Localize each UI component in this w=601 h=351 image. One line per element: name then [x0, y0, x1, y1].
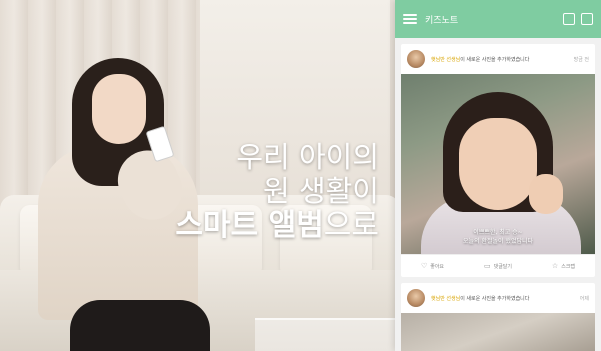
- post-action-text: 이 새로운 사진을 추가하였습니다: [460, 56, 530, 63]
- caption-line-2: 오늘의 환절놀이 했었답니다: [462, 238, 534, 245]
- post-header: 햇님반 선생님이 새로운 사진을 추가하였습니다 어제: [401, 283, 595, 313]
- like-label: 좋아요: [430, 263, 445, 270]
- star-icon: ☆: [551, 262, 559, 270]
- headline-suffix: 으로: [323, 208, 379, 244]
- heart-icon: ♡: [420, 262, 428, 270]
- child-hand: [529, 174, 563, 214]
- woman-legs: [70, 300, 210, 351]
- headline-line-2: 원 생활이: [263, 174, 379, 209]
- post-header-text: 햇님반 선생님이 새로운 사진을 추가하였습니다: [431, 56, 570, 63]
- post-time: 방금 전: [573, 56, 589, 63]
- app-title: 키즈노트: [425, 15, 459, 26]
- scrap-button[interactable]: ☆ 스크랩: [552, 262, 575, 270]
- glass-table: [255, 318, 415, 351]
- post-photo[interactable]: 이쁘쁘한, 최고 승~ 오늘의 환절놀이 했었답니다: [401, 74, 595, 254]
- feed-post: 햇님반 선생님이 새로운 사진을 추가하였습니다 어제: [401, 283, 595, 351]
- app-screen: 키즈노트 햇님반 선생님이 새로운 사진을 추가하였습니다 방금 전 이쁘쁘한,…: [395, 0, 601, 351]
- headline: 우리 아이의 원 생활이 스마트 앨범으로: [175, 140, 379, 244]
- post-author[interactable]: 햇님반 선생님: [431, 296, 460, 302]
- post-author[interactable]: 햇님반 선생님: [431, 57, 460, 63]
- avatar[interactable]: [407, 50, 425, 68]
- child-face: [459, 118, 537, 210]
- post-header-text: 햇님반 선생님이 새로운 사진을 추가하였습니다: [431, 295, 576, 302]
- like-button[interactable]: ♡ 좋아요: [421, 262, 444, 270]
- menu-icon[interactable]: [403, 14, 417, 24]
- post-time: 어제: [579, 295, 589, 302]
- comment-button[interactable]: ▭ 댓글달기: [484, 262, 512, 270]
- headline-line-1: 우리 아이의: [236, 140, 379, 174]
- settings-icon[interactable]: [581, 13, 593, 25]
- avatar[interactable]: [407, 289, 425, 307]
- comment-label: 댓글달기: [493, 263, 512, 270]
- post-header: 햇님반 선생님이 새로운 사진을 추가하였습니다 방금 전: [401, 44, 595, 74]
- notification-icon[interactable]: [563, 13, 575, 25]
- woman-face: [92, 74, 146, 144]
- photo-caption: 이쁘쁘한, 최고 승~ 오늘의 환절놀이 했었답니다: [401, 228, 595, 246]
- app-header: 키즈노트: [395, 0, 601, 38]
- promo-banner: 우리 아이의 원 생활이 스마트 앨범으로 키즈노트 햇님반 선생님이 새로운 …: [0, 0, 601, 351]
- headline-line-3: 스마트 앨범으로: [175, 208, 379, 243]
- comment-icon: ▭: [483, 262, 491, 270]
- post-action-text: 이 새로운 사진을 추가하였습니다: [460, 295, 530, 302]
- caption-line-1: 이쁘쁘한, 최고 승~: [473, 229, 523, 236]
- post-photo[interactable]: [401, 313, 595, 351]
- scrap-label: 스크랩: [561, 263, 576, 270]
- post-actions: ♡ 좋아요 ▭ 댓글달기 ☆ 스크랩: [401, 254, 595, 277]
- feed-post: 햇님반 선생님이 새로운 사진을 추가하였습니다 방금 전 이쁘쁘한, 최고 승…: [401, 44, 595, 277]
- headline-emphasis: 스마트 앨범: [175, 208, 324, 244]
